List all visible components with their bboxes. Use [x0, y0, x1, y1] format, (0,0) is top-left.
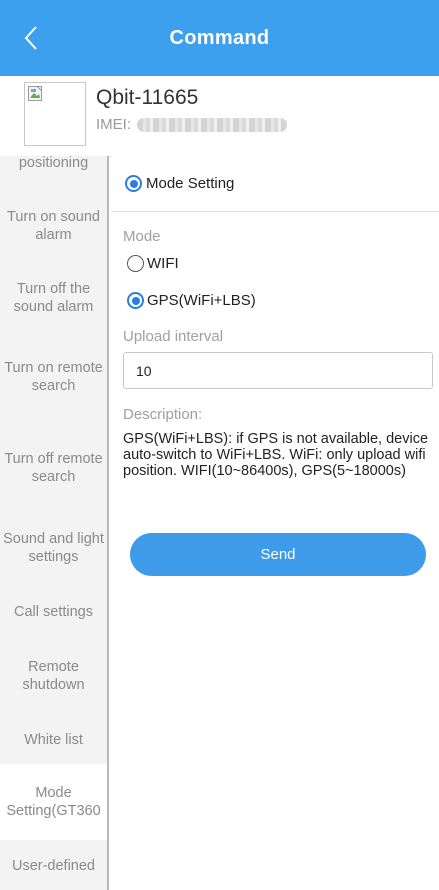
section-header[interactable]: Mode Setting	[111, 156, 439, 212]
mode-setting-panel: Mode Setting Mode WIFI GPS(WiFi+LBS) Upl…	[111, 156, 439, 890]
imei-label: IMEI:	[96, 116, 132, 133]
sidebar-item-label: Mode Setting(GT360	[6, 785, 101, 819]
option-label: GPS(WiFi+LBS)	[147, 292, 256, 309]
sidebar-item-positioning[interactable]: positioning	[0, 156, 107, 178]
sidebar-item-mode-setting[interactable]: Mode Setting(GT360	[0, 764, 107, 840]
section-radio[interactable]	[125, 175, 142, 192]
send-button-label: Send	[260, 546, 296, 563]
broken-image-icon	[28, 86, 43, 101]
sidebar-item-user-defined[interactable]: User-defined	[0, 851, 107, 881]
sidebar-item-label: White list	[24, 732, 83, 748]
sidebar-item-label: User-defined	[11, 858, 95, 874]
sidebar-item-turn-on-remote-search[interactable]: Turn on remote search	[0, 346, 107, 408]
sidebar-item-call-settings[interactable]: Call settings	[0, 597, 107, 627]
section-title: Mode Setting	[146, 175, 235, 192]
upload-interval-input[interactable]	[123, 352, 433, 389]
option-label: WIFI	[147, 255, 179, 272]
command-sidebar[interactable]: positioning Turn on sound alarm Turn off…	[0, 156, 109, 890]
sidebar-item-label: Sound and light settings	[3, 531, 104, 565]
sidebar-item-label: positioning	[18, 156, 89, 171]
sidebar-item-turn-off-remote-search[interactable]: Turn off remote search	[0, 437, 107, 499]
page-title: Command	[169, 26, 270, 49]
sidebar-item-label: Turn off the sound alarm	[13, 281, 94, 315]
sidebar-item-white-list[interactable]: White list	[0, 725, 107, 755]
imei-value-redacted	[137, 117, 288, 132]
mode-option-gps[interactable]: GPS(WiFi+LBS)	[127, 292, 256, 309]
sidebar-item-remote-shutdown[interactable]: Remote shutdown	[0, 652, 107, 700]
sidebar-item-label: Remote shutdown	[22, 659, 85, 693]
upload-interval-label: Upload interval	[123, 328, 224, 345]
wifi-radio[interactable]	[127, 255, 144, 272]
description-label: Description:	[123, 406, 203, 423]
sidebar-item-label: Turn on sound alarm	[7, 209, 100, 243]
device-avatar	[24, 82, 86, 146]
chevron-left-icon	[24, 26, 37, 50]
mode-option-wifi[interactable]: WIFI	[127, 255, 179, 272]
sidebar-item-sound-light-settings[interactable]: Sound and light settings	[0, 524, 107, 572]
device-name: Qbit-11665	[96, 86, 199, 109]
send-button[interactable]: Send	[130, 533, 426, 576]
app-header: Command	[0, 0, 439, 76]
description-text: GPS(WiFi+LBS): if GPS is not available, …	[123, 431, 429, 479]
sidebar-item-turn-off-sound-alarm[interactable]: Turn off the sound alarm	[0, 274, 107, 322]
sidebar-item-label: Turn off remote search	[4, 451, 103, 485]
imei-row: IMEI:	[96, 116, 288, 133]
sidebar-item-label: Turn on remote search	[4, 360, 103, 394]
gps-radio[interactable]	[127, 292, 144, 309]
sidebar-item-label: Call settings	[14, 604, 93, 620]
device-info: Qbit-11665 IMEI:	[0, 76, 439, 157]
back-button[interactable]	[18, 19, 44, 57]
sidebar-item-turn-on-sound-alarm[interactable]: Turn on sound alarm	[0, 202, 107, 250]
mode-label: Mode	[123, 228, 161, 245]
